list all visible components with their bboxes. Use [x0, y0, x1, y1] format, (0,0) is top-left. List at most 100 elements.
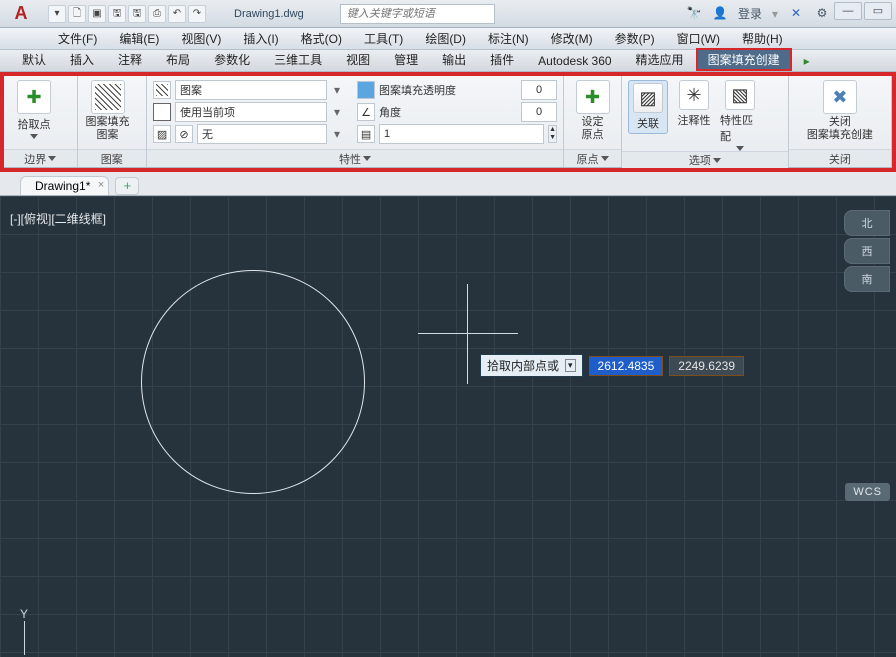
- chevron-down-icon[interactable]: ▾: [331, 127, 343, 141]
- scale-value[interactable]: 1: [379, 124, 544, 144]
- hatch-bg-row[interactable]: ▨ ⊘ 无 ▾: [153, 124, 343, 144]
- scale-icon: ▤: [357, 125, 375, 143]
- hatch-type-row[interactable]: 图案 ▾: [153, 80, 343, 100]
- hatch-type-field[interactable]: 图案: [175, 80, 327, 100]
- panel-options-title[interactable]: 选项: [622, 151, 788, 168]
- tab-insert[interactable]: 插入: [58, 48, 106, 71]
- coord-y-field[interactable]: 2249.6239: [669, 356, 744, 376]
- menu-edit[interactable]: 编辑(E): [109, 28, 169, 49]
- associative-label: 关联: [637, 115, 659, 131]
- annotative-button[interactable]: ✳ 注释性: [674, 80, 714, 128]
- hatch-color-field[interactable]: 使用当前项: [175, 102, 327, 122]
- chevron-down-icon[interactable]: ▾: [331, 105, 343, 119]
- tab-parametric[interactable]: 参数化: [202, 48, 262, 71]
- chevron-down-icon[interactable]: ▾: [331, 83, 343, 97]
- menu-draw[interactable]: 绘图(D): [415, 28, 476, 49]
- menu-insert[interactable]: 插入(I): [233, 28, 288, 49]
- tab-annotate[interactable]: 注释: [106, 48, 154, 71]
- menu-help[interactable]: 帮助(H): [732, 28, 793, 49]
- transparency-row[interactable]: 图案填充透明度 0: [357, 80, 557, 100]
- user-icon[interactable]: 👤: [712, 6, 728, 22]
- login-link[interactable]: 登录: [738, 5, 762, 22]
- circle-entity[interactable]: [141, 270, 365, 494]
- view-cube-n[interactable]: 北: [844, 210, 890, 236]
- spinner-down[interactable]: ▼: [549, 134, 556, 142]
- qat-saveas[interactable]: 🖫: [128, 5, 146, 23]
- binoculars-icon[interactable]: 🔭: [686, 6, 702, 22]
- qat-print[interactable]: ⎙: [148, 5, 166, 23]
- angle-label: 角度: [379, 104, 401, 120]
- drawing-canvas[interactable]: [-][俯视][二维线框] 拾取内部点或 ▾ 2612.4835 2249.62…: [0, 196, 896, 657]
- menu-view[interactable]: 视图(V): [171, 28, 231, 49]
- tab-featured[interactable]: 精选应用: [624, 48, 696, 71]
- tab-plugins[interactable]: 插件: [478, 48, 526, 71]
- viewport-label[interactable]: [-][俯视][二维线框]: [10, 210, 106, 227]
- associative-button[interactable]: ▨ 关联: [628, 80, 668, 134]
- tab-layout[interactable]: 布局: [154, 48, 202, 71]
- maximize-button[interactable]: ▭: [864, 2, 892, 20]
- hatch-color-row[interactable]: 使用当前项 ▾: [153, 102, 343, 122]
- tab-view[interactable]: 视图: [334, 48, 382, 71]
- tab-default[interactable]: 默认: [10, 48, 58, 71]
- menu-dim[interactable]: 标注(N): [478, 28, 539, 49]
- menu-tools[interactable]: 工具(T): [354, 28, 413, 49]
- tab-a360[interactable]: Autodesk 360: [526, 51, 623, 71]
- transparency-label: 图案填充透明度: [379, 82, 456, 98]
- qat-btn[interactable]: ▾: [48, 5, 66, 23]
- menu-window[interactable]: 窗口(W): [667, 28, 730, 49]
- ribbon: ✚ 拾取点 边界 图案填充 图案 图案 图案 ▾: [4, 76, 892, 168]
- panel-origin-title[interactable]: 原点: [564, 149, 621, 167]
- qat-new[interactable]: 🗋: [68, 5, 86, 23]
- qat-undo[interactable]: ↶: [168, 5, 186, 23]
- qat-open[interactable]: ▣: [88, 5, 106, 23]
- panel-boundary-title[interactable]: 边界: [4, 149, 77, 167]
- exchange-icon[interactable]: ✕: [788, 6, 804, 22]
- tab-output[interactable]: 输出: [430, 48, 478, 71]
- wcs-badge[interactable]: WCS: [845, 483, 890, 501]
- view-cube-w[interactable]: 西: [844, 238, 890, 264]
- transparency-value[interactable]: 0: [521, 80, 557, 100]
- qat-save[interactable]: 🖫: [108, 5, 126, 23]
- app-logo[interactable]: A: [0, 0, 42, 28]
- menu-format[interactable]: 格式(O): [291, 28, 352, 49]
- menu-param[interactable]: 参数(P): [605, 28, 665, 49]
- spinner-up[interactable]: ▲: [549, 126, 556, 134]
- search-input[interactable]: [340, 4, 495, 24]
- scale-row[interactable]: ▤ 1 ▲▼: [357, 124, 557, 144]
- minimize-button[interactable]: —: [834, 2, 862, 20]
- qat-redo[interactable]: ↷: [188, 5, 206, 23]
- match-props-button[interactable]: ▧ 特性匹配: [720, 80, 760, 151]
- tab-hatch-creation[interactable]: 图案填充创建: [696, 48, 792, 71]
- file-tab-drawing1[interactable]: Drawing1* ×: [20, 176, 109, 195]
- set-origin-button[interactable]: ✚ 设定 原点: [570, 80, 615, 142]
- menu-modify[interactable]: 修改(M): [541, 28, 603, 49]
- close-tab-icon[interactable]: ×: [98, 179, 104, 191]
- panel-properties-title[interactable]: 特性: [147, 149, 563, 167]
- panel-close-title: 关闭: [789, 149, 891, 167]
- coord-x-field[interactable]: 2612.4835: [589, 356, 664, 376]
- pick-points-button[interactable]: ✚ 拾取点: [10, 80, 58, 139]
- hatch-type-icon: [153, 81, 171, 99]
- panel-boundary: ✚ 拾取点 边界: [4, 76, 78, 167]
- window-buttons: — ▭: [834, 2, 892, 20]
- tab-manage[interactable]: 管理: [382, 48, 430, 71]
- dynamic-input: 拾取内部点或 ▾ 2612.4835 2249.6239: [480, 354, 744, 377]
- share-icon[interactable]: ⚙: [814, 6, 830, 22]
- view-cube-s[interactable]: 南: [844, 266, 890, 292]
- origin-icon: ✚: [576, 80, 610, 114]
- file-tab-bar: Drawing1* × +: [0, 172, 896, 196]
- angle-value[interactable]: 0: [521, 102, 557, 122]
- menu-bar: 文件(F) 编辑(E) 视图(V) 插入(I) 格式(O) 工具(T) 绘图(D…: [0, 28, 896, 50]
- panel-options: ▨ 关联 ✳ 注释性 ▧ 特性匹配 选项: [622, 76, 789, 167]
- prompt-dropdown-icon[interactable]: ▾: [565, 359, 576, 372]
- menu-file[interactable]: 文件(F): [48, 28, 107, 49]
- hatch-pattern-button[interactable]: 图案填充 图案: [84, 80, 132, 142]
- hatch-bg-field[interactable]: 无: [197, 124, 327, 144]
- view-cube[interactable]: 北 西 南: [844, 210, 896, 300]
- new-tab-button[interactable]: +: [115, 177, 139, 195]
- tab-3dtools[interactable]: 三维工具: [262, 48, 334, 71]
- close-hatch-button[interactable]: ✖ 关闭 图案填充创建: [796, 80, 884, 142]
- tab-overflow[interactable]: ▸: [792, 51, 822, 71]
- annotative-label: 注释性: [678, 112, 711, 128]
- angle-row[interactable]: ∠ 角度 0: [357, 102, 557, 122]
